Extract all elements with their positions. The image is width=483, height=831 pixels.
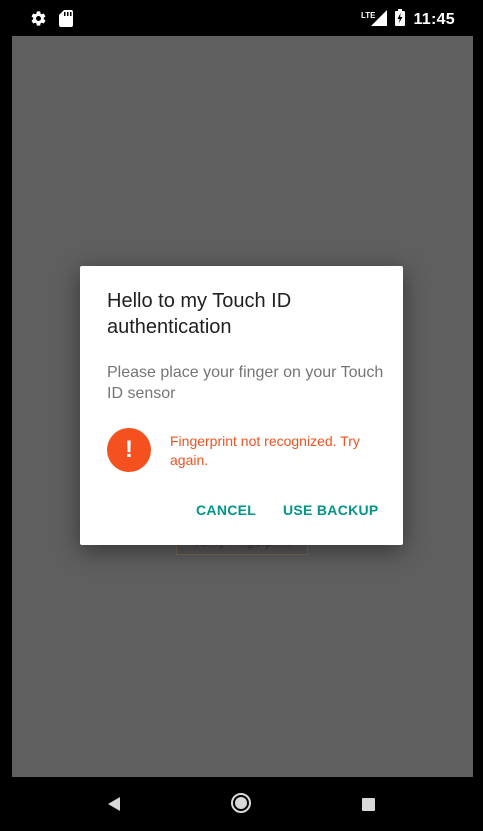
error-icon: ! <box>107 428 151 472</box>
error-message: Fingerprint not recognized. Try again. <box>170 433 360 468</box>
cancel-button[interactable]: CANCEL <box>196 502 256 518</box>
phone-screen: LTE 11:45 Verify Fingerprint Hello to my… <box>0 0 483 831</box>
status-left-icons <box>30 10 73 32</box>
back-icon[interactable] <box>108 797 120 811</box>
network-type: LTE <box>360 10 376 20</box>
use-backup-button[interactable]: USE BACKUP <box>283 502 379 518</box>
status-right-icons: LTE 11:45 <box>361 9 455 31</box>
dialog-description: Please place your finger on your Touch I… <box>107 364 384 402</box>
status-bar: LTE 11:45 <box>12 0 473 36</box>
sd-card-icon <box>59 10 73 32</box>
battery-icon <box>395 9 406 31</box>
status-time: 11:45 <box>413 11 455 28</box>
dialog-title: Hello to my Touch ID authentication <box>107 290 292 338</box>
fingerprint-dialog: Hello to my Touch ID authentication Plea… <box>80 266 403 545</box>
home-icon[interactable] <box>231 793 251 813</box>
navigation-bar <box>0 777 483 831</box>
settings-icon <box>30 10 47 32</box>
recents-icon[interactable] <box>362 798 375 811</box>
